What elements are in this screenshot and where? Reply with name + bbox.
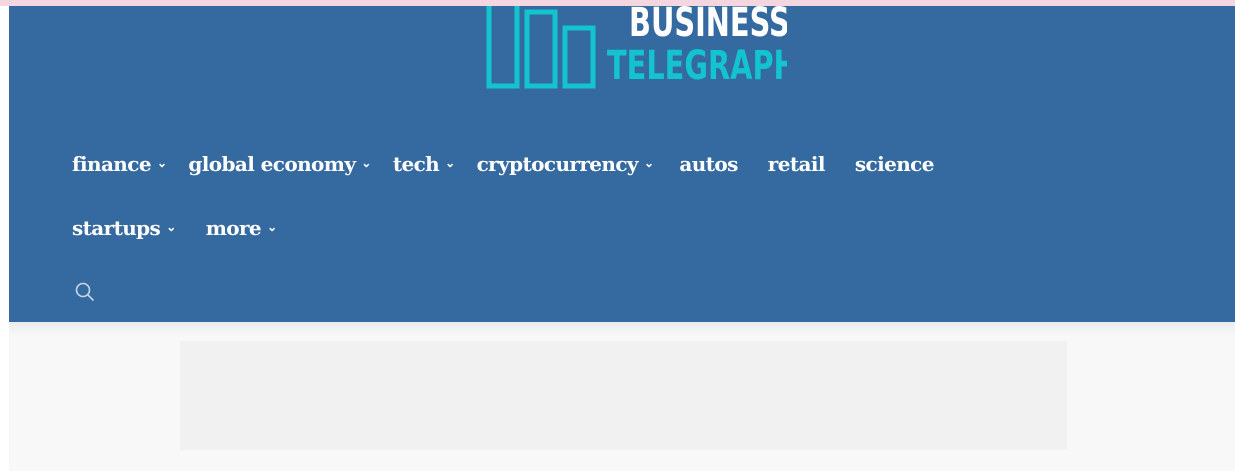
header-shadow [9, 322, 1235, 336]
nav-item-label: startups [72, 216, 161, 240]
chevron-down-icon: ⌄ [166, 220, 176, 234]
chevron-down-icon: ⌄ [643, 156, 654, 170]
site-header: BUSINESS TELEGRAPH finance ⌄ global econ… [9, 6, 1235, 322]
nav-item-cryptocurrency[interactable]: cryptocurrency ⌄ [477, 152, 654, 176]
site-logo[interactable]: BUSINESS TELEGRAPH [477, 6, 787, 96]
nav-item-global-economy[interactable]: global economy ⌄ [188, 152, 371, 176]
nav-item-label: retail [767, 152, 826, 176]
nav-item-label: cryptocurrency [476, 152, 639, 176]
nav-item-science[interactable]: science [854, 152, 935, 176]
bar-chart-icon [486, 6, 596, 89]
chevron-down-icon: ⌄ [361, 156, 371, 170]
logo-text-business: BUSINESS [629, 6, 787, 46]
nav-item-label: tech [392, 152, 440, 176]
chevron-down-icon: ⌄ [267, 220, 277, 234]
nav-item-label: global economy [188, 152, 356, 176]
nav-item-autos[interactable]: autos [679, 152, 738, 176]
search-icon [75, 282, 94, 301]
ad-placeholder [180, 341, 1067, 450]
nav-item-label: science [854, 152, 935, 176]
nav-item-label: autos [679, 152, 738, 176]
nav-item-label: finance [72, 152, 152, 176]
nav-item-retail[interactable]: retail [767, 152, 826, 176]
chevron-down-icon: ⌄ [445, 156, 455, 170]
nav-item-tech[interactable]: tech ⌄ [393, 152, 455, 176]
nav-item-label: more [205, 216, 262, 240]
nav-item-more[interactable]: more ⌄ [206, 216, 277, 240]
logo-text-telegraph: TELEGRAPH [607, 43, 787, 89]
primary-nav-row-2: startups ⌄ more ⌄ [72, 213, 277, 243]
page: BUSINESS TELEGRAPH finance ⌄ global econ… [0, 0, 1235, 471]
nav-item-finance[interactable]: finance ⌄ [72, 152, 167, 176]
primary-nav-row-1: finance ⌄ global economy ⌄ tech ⌄ crypto… [72, 149, 934, 179]
nav-item-startups[interactable]: startups ⌄ [72, 216, 176, 240]
chevron-down-icon: ⌄ [156, 156, 167, 170]
search-button[interactable] [73, 280, 97, 304]
main-content [9, 322, 1235, 471]
